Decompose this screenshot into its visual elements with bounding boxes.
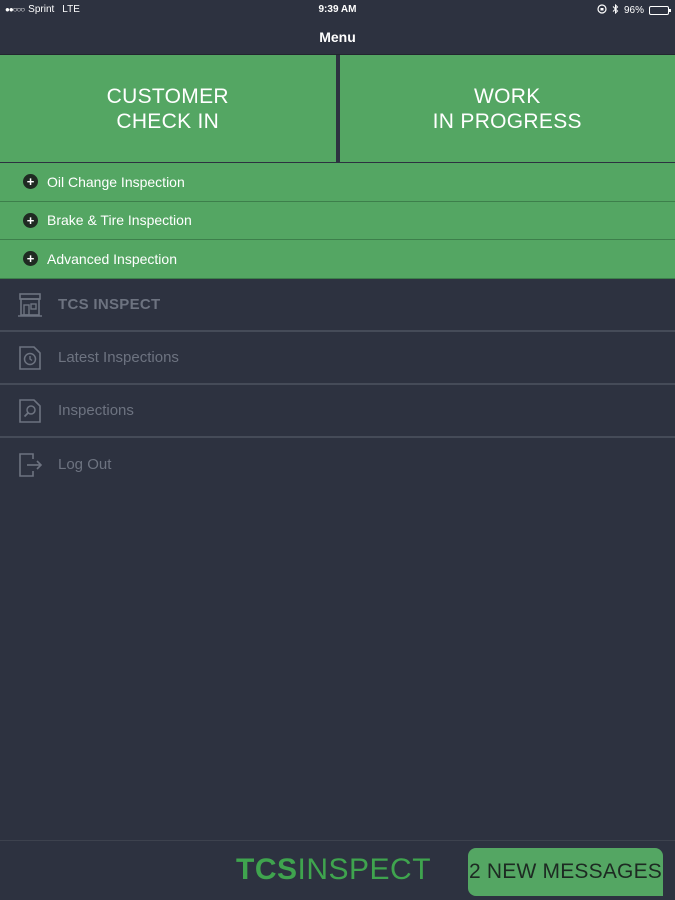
customer-check-in-button[interactable]: CUSTOMER CHECK IN	[0, 55, 336, 162]
status-time: 9:39 AM	[318, 4, 357, 15]
search-document-icon	[17, 397, 43, 425]
nav-title: Menu	[0, 20, 675, 55]
oil-change-inspection-item[interactable]: + Oil Change Inspection	[0, 163, 675, 202]
logo-bold-text: TCS	[236, 853, 298, 886]
new-messages-button[interactable]: 2 NEW MESSAGES	[468, 848, 663, 896]
inspection-list: + Oil Change Inspection + Brake & Tire I…	[0, 163, 675, 279]
menu-item-latest-inspections[interactable]: Latest Inspections	[0, 332, 675, 385]
footer: TCS INSPECT 2 NEW MESSAGES	[0, 840, 675, 900]
menu-item-log-out[interactable]: Log Out	[0, 438, 675, 491]
menu-item-label: Log Out	[58, 456, 112, 473]
work-in-progress-button[interactable]: WORK IN PROGRESS	[339, 55, 675, 162]
menu-item-inspections[interactable]: Inspections	[0, 385, 675, 438]
storefront-icon	[17, 291, 43, 319]
rotation-lock-icon	[597, 4, 607, 17]
menu-list: TCS INSPECT Latest Inspections Inspectio…	[0, 279, 675, 491]
inspection-label: Oil Change Inspection	[47, 173, 185, 190]
menu-item-label: Latest Inspections	[58, 349, 179, 366]
clock-icon	[17, 344, 43, 372]
battery-icon	[649, 6, 671, 15]
inspection-label: Advanced Inspection	[47, 250, 177, 267]
logo-light-text: INSPECT	[297, 853, 432, 886]
primary-actions: CUSTOMER CHECK IN WORK IN PROGRESS	[0, 55, 675, 162]
status-bar: ●●○○○ Sprint LTE 9:39 AM 96%	[0, 0, 675, 20]
brake-tire-inspection-item[interactable]: + Brake & Tire Inspection	[0, 201, 675, 240]
plus-icon: +	[23, 174, 38, 190]
menu-item-tcs-inspect[interactable]: TCS INSPECT	[0, 279, 675, 332]
tcs-inspect-logo: TCS INSPECT	[236, 853, 431, 887]
advanced-inspection-item[interactable]: + Advanced Inspection	[0, 240, 675, 279]
logout-icon	[17, 451, 43, 479]
bluetooth-icon	[612, 3, 619, 17]
menu-item-label: Inspections	[58, 402, 134, 419]
inspection-label: Brake & Tire Inspection	[47, 212, 192, 229]
status-right: 96%	[597, 3, 671, 17]
battery-percent: 96%	[623, 5, 644, 16]
menu-item-label: TCS INSPECT	[58, 296, 161, 313]
plus-icon: +	[23, 251, 38, 267]
plus-icon: +	[23, 212, 38, 228]
